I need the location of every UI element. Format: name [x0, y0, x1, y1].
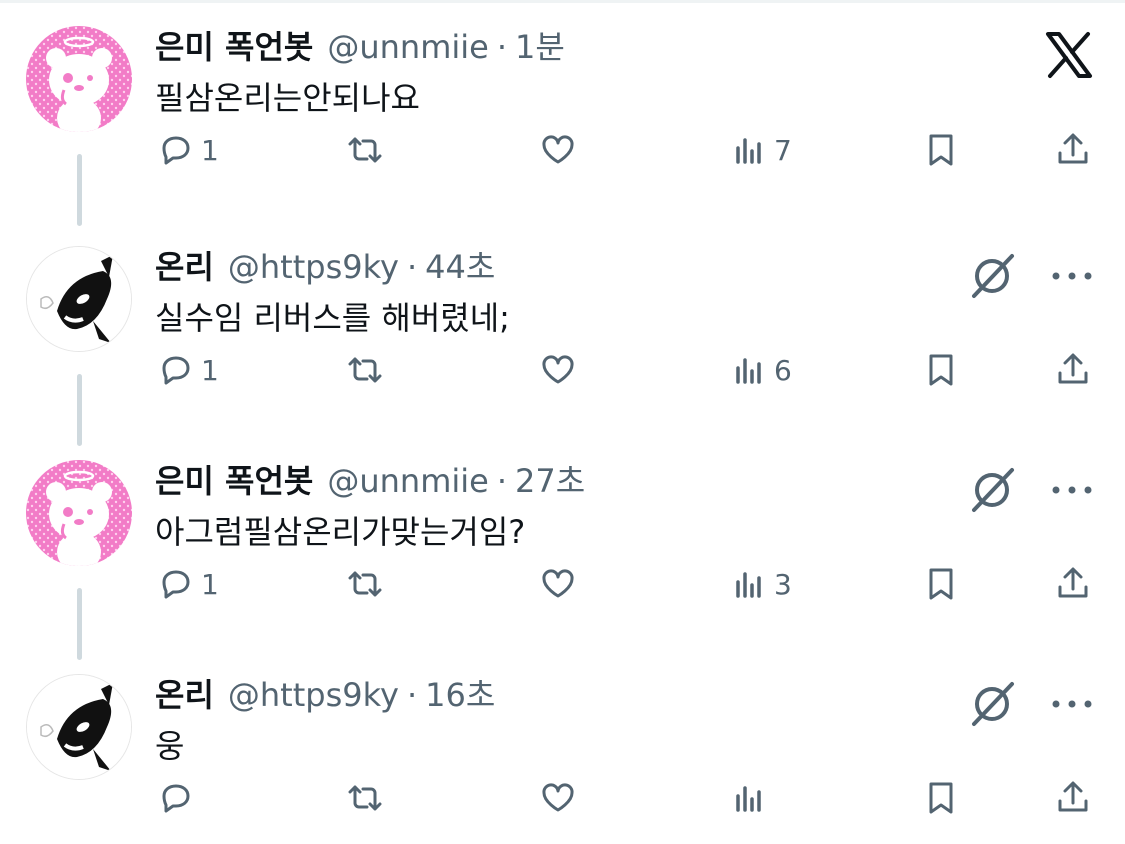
share-button[interactable] — [1054, 768, 1092, 828]
more-options-icon[interactable] — [1048, 266, 1096, 286]
user-handle[interactable]: @unnmiie — [327, 456, 488, 506]
views-button[interactable]: 3 — [730, 554, 792, 614]
bookmark-button[interactable] — [922, 340, 960, 400]
heart-icon — [542, 355, 574, 384]
like-button[interactable] — [539, 554, 583, 614]
reply-count: 1 — [201, 567, 219, 601]
tweet[interactable]: 온리 @https9ky · 16초 웅 — [0, 648, 1125, 844]
share-icon — [1058, 353, 1088, 384]
reply-button[interactable]: 1 — [157, 120, 219, 180]
grok-icon[interactable] — [966, 250, 1018, 302]
repost-icon — [348, 357, 382, 383]
timestamp[interactable]: 1분 — [515, 22, 565, 72]
tweet-text: 웅 — [155, 727, 185, 765]
user-handle[interactable]: @https9ky — [228, 670, 399, 720]
action-bar — [0, 768, 1125, 828]
timestamp[interactable]: 16초 — [425, 670, 495, 720]
more-options-icon[interactable] — [1048, 480, 1096, 500]
views-icon — [736, 138, 761, 164]
reply-icon — [162, 784, 190, 813]
user-handle[interactable]: @unnmiie — [327, 22, 488, 72]
reply-icon — [162, 136, 190, 165]
heart-icon — [542, 135, 574, 164]
grok-icon[interactable] — [966, 678, 1018, 730]
like-button[interactable] — [539, 340, 583, 400]
orca-avatar[interactable] — [26, 674, 132, 780]
bookmark-button[interactable] — [922, 554, 960, 614]
tweet[interactable]: 은미 폭언봇 @unnmiie · 27초 아그럼필삼온리가맞는거임? 1 3 — [0, 434, 1125, 660]
reply-button[interactable] — [157, 768, 201, 828]
bookmark-button[interactable] — [922, 768, 960, 828]
heart-icon — [542, 569, 574, 598]
display-name[interactable]: 은미 폭언봇 — [155, 456, 313, 506]
bookmark-button[interactable] — [922, 120, 960, 180]
share-button[interactable] — [1054, 340, 1092, 400]
tweet-text: 필삼온리는안되나요 — [155, 79, 420, 117]
heart-icon — [542, 783, 574, 812]
reply-count: 1 — [201, 353, 219, 387]
views-button[interactable]: 6 — [730, 340, 792, 400]
grok-icon[interactable] — [966, 464, 1018, 516]
repost-button[interactable] — [346, 340, 390, 400]
tweet[interactable]: 온리 @https9ky · 44초 실수임 리버스를 해버렸네; 1 6 — [0, 220, 1125, 446]
share-button[interactable] — [1054, 120, 1092, 180]
views-count: 3 — [774, 567, 792, 601]
more-options-icon[interactable] — [1048, 694, 1096, 714]
share-icon — [1058, 567, 1088, 598]
views-count: 7 — [774, 133, 792, 167]
tweet-thread: 은미 폭언봇 @unnmiie · 1분 필삼온리는안되나요 1 7 온리 @h… — [0, 0, 1125, 844]
share-icon — [1058, 781, 1088, 812]
pink-bear-avatar[interactable] — [26, 460, 132, 566]
orca-avatar[interactable] — [26, 246, 132, 352]
action-bar: 1 3 — [0, 554, 1125, 614]
like-button[interactable] — [539, 120, 583, 180]
separator-dot: · — [496, 28, 507, 66]
bookmark-icon — [929, 782, 953, 814]
tweet-header: 온리 @https9ky · 16초 — [155, 670, 495, 720]
reply-button[interactable]: 1 — [157, 340, 219, 400]
pink-bear-avatar[interactable] — [26, 26, 132, 132]
views-button[interactable] — [730, 768, 774, 828]
share-icon — [1058, 133, 1088, 164]
display-name[interactable]: 온리 — [155, 242, 214, 292]
bookmark-icon — [929, 354, 953, 386]
action-bar: 1 6 — [0, 340, 1125, 400]
repost-button[interactable] — [346, 120, 390, 180]
reply-count: 1 — [201, 133, 219, 167]
tweet-header: 온리 @https9ky · 44초 — [155, 242, 495, 292]
bookmark-icon — [929, 568, 953, 600]
like-button[interactable] — [539, 768, 583, 828]
display-name[interactable]: 은미 폭언봇 — [155, 22, 313, 72]
reply-button[interactable]: 1 — [157, 554, 219, 614]
views-icon — [736, 572, 761, 598]
tweet-text: 실수임 리버스를 해버렸네; — [155, 299, 510, 337]
tweet-header: 은미 폭언봇 @unnmiie · 1분 — [155, 22, 565, 72]
repost-icon — [348, 137, 382, 163]
repost-icon — [348, 571, 382, 597]
action-bar: 1 7 — [0, 120, 1125, 180]
display-name[interactable]: 온리 — [155, 670, 214, 720]
views-icon — [736, 786, 761, 812]
user-handle[interactable]: @https9ky — [228, 242, 399, 292]
repost-button[interactable] — [346, 554, 390, 614]
separator-dot: · — [496, 462, 507, 500]
share-button[interactable] — [1054, 554, 1092, 614]
tweet-header: 은미 폭언봇 @unnmiie · 27초 — [155, 456, 585, 506]
reply-icon — [162, 570, 190, 599]
bookmark-icon — [929, 134, 953, 166]
views-button[interactable]: 7 — [730, 120, 792, 180]
views-icon — [736, 358, 761, 384]
tweet-text: 아그럼필삼온리가맞는거임? — [155, 513, 526, 551]
reply-icon — [162, 356, 190, 385]
views-count: 6 — [774, 353, 792, 387]
separator-dot: · — [406, 248, 418, 286]
timestamp[interactable]: 44초 — [425, 242, 495, 292]
tweet[interactable]: 은미 폭언봇 @unnmiie · 1분 필삼온리는안되나요 1 7 — [0, 0, 1125, 226]
repost-icon — [348, 785, 382, 811]
repost-button[interactable] — [346, 768, 390, 828]
timestamp[interactable]: 27초 — [515, 456, 585, 506]
x-logo-icon[interactable] — [1044, 30, 1094, 80]
separator-dot: · — [406, 676, 418, 714]
